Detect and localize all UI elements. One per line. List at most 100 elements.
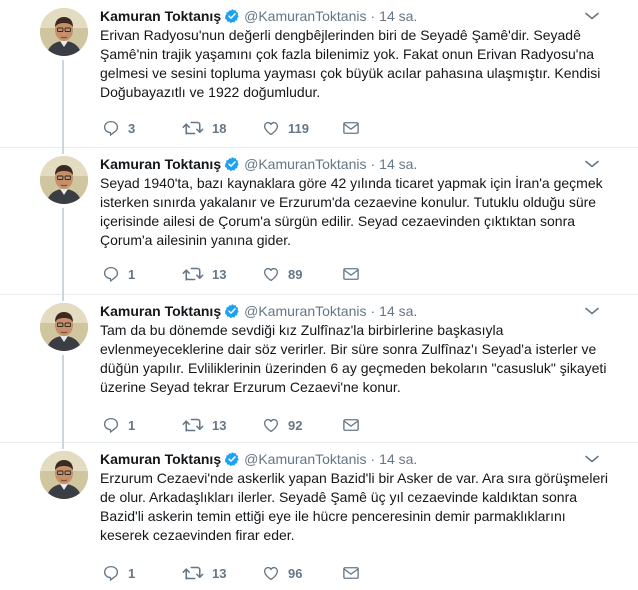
retweet-icon <box>182 564 204 582</box>
tweet-text: Erzurum Cezaevi'nde askerlik yapan Bazid… <box>100 469 609 545</box>
separator-dot: · <box>370 303 376 319</box>
reply-button[interactable]: 1 <box>102 265 182 283</box>
retweet-count: 13 <box>212 565 227 581</box>
like-button[interactable]: 96 <box>262 564 342 582</box>
timestamp[interactable]: 14 sa. <box>379 156 417 172</box>
like-button[interactable]: 119 <box>262 119 342 137</box>
like-count: 119 <box>288 120 309 136</box>
reply-button[interactable]: 1 <box>102 564 182 582</box>
avatar[interactable] <box>40 8 88 56</box>
tweet[interactable]: Kamuran Toktanış @KamuranToktanis · 14 sa. E… <box>0 0 638 148</box>
direct-message-button[interactable] <box>342 120 362 136</box>
thread-connector-line <box>62 295 64 301</box>
tweet-actions: 1 13 92 <box>102 415 362 435</box>
like-button[interactable]: 92 <box>262 416 342 434</box>
username[interactable]: @KamuranToktanis <box>244 156 366 172</box>
retweet-button[interactable]: 13 <box>182 564 262 582</box>
reply-button[interactable]: 3 <box>102 119 182 137</box>
tweet-text: Erivan Radyosu'nun değerli dengbêjlerind… <box>100 26 605 102</box>
avatar[interactable] <box>40 156 88 204</box>
display-name[interactable]: Kamuran Toktanış <box>100 303 221 319</box>
reply-count: 1 <box>128 266 136 282</box>
tweet-header: Kamuran Toktanış @KamuranToktanis · 14 sa. <box>100 155 417 173</box>
timestamp[interactable]: 14 sa. <box>379 8 417 24</box>
heart-icon <box>262 265 280 283</box>
verified-badge-icon <box>224 8 240 24</box>
reply-icon <box>102 416 120 434</box>
tweet-text-line: evlenmeyeceklerine dair söz verirler. Bi… <box>100 341 597 357</box>
separator-dot: · <box>370 8 376 24</box>
chevron-down-icon[interactable] <box>584 304 600 316</box>
tweet-text-line: içerisinde ailesi de Çorum'a sürgün edil… <box>100 213 576 229</box>
retweet-icon <box>182 416 204 434</box>
separator-dot: · <box>370 156 376 172</box>
tweet-header: Kamuran Toktanış @KamuranToktanis · 14 sa. <box>100 7 417 25</box>
heart-icon <box>262 416 280 434</box>
verified-badge-icon <box>224 156 240 172</box>
reply-button[interactable]: 1 <box>102 416 182 434</box>
retweet-icon <box>182 265 204 283</box>
mail-icon <box>342 266 360 282</box>
tweet-text-line: Erzurum Cezaevi'nde askerlik yapan Bazid… <box>100 470 609 486</box>
thread-connector-line <box>62 148 64 154</box>
timestamp[interactable]: 14 sa. <box>379 451 417 467</box>
display-name[interactable]: Kamuran Toktanış <box>100 8 221 24</box>
heart-icon <box>262 119 280 137</box>
tweet-text-line: Şamê'nin trajik yaşamını çok fazla bilen… <box>100 46 595 62</box>
avatar[interactable] <box>40 451 88 499</box>
avatar[interactable] <box>40 303 88 351</box>
tweet-thread: Kamuran Toktanış @KamuranToktanis · 14 sa. E… <box>0 0 638 590</box>
tweet-header: Kamuran Toktanış @KamuranToktanis · 14 sa. <box>100 302 417 320</box>
display-name[interactable]: Kamuran Toktanış <box>100 451 221 467</box>
tweet-text-line: Erivan Radyosu'nun değerli dengbêjlerind… <box>100 27 581 43</box>
tweet[interactable]: Kamuran Toktanış @KamuranToktanis · 14 sa. T… <box>0 295 638 443</box>
verified-badge-icon <box>224 451 240 467</box>
tweet-text: Seyad 1940'ta, bazı kaynaklara göre 42 y… <box>100 174 605 250</box>
tweet[interactable]: Kamuran Toktanış @KamuranToktanis · 14 sa. E… <box>0 443 638 590</box>
like-count: 89 <box>288 266 303 282</box>
display-name[interactable]: Kamuran Toktanış <box>100 156 221 172</box>
verified-badge-icon <box>224 303 240 319</box>
reply-count: 1 <box>128 565 136 581</box>
thread-connector-line <box>62 60 64 148</box>
thread-connector-line <box>62 443 64 449</box>
like-count: 96 <box>288 565 303 581</box>
tweet-text-line: Seyad 1940'ta, bazı kaynaklara göre 42 y… <box>100 175 603 191</box>
reply-count: 3 <box>128 120 136 136</box>
tweet-actions: 1 13 89 <box>102 264 362 284</box>
like-count: 92 <box>288 417 303 433</box>
chevron-down-icon[interactable] <box>584 9 600 21</box>
like-button[interactable]: 89 <box>262 265 342 283</box>
tweet-header: Kamuran Toktanış @KamuranToktanis · 14 sa. <box>100 450 417 468</box>
mail-icon <box>342 120 360 136</box>
tweet-text-line: de olur. Arkadaşlıkları ilerler. Seyadê … <box>100 489 578 505</box>
tweet-text-line: üzerine Seyad tekrar Erzurum Cezaevi'ne … <box>100 379 401 395</box>
tweet-text-line: Doğubayazıtlı ve 1922 doğumludur. <box>100 84 321 100</box>
tweet-text-line: Bazid'li askerin temin ettiği eye ile hü… <box>100 508 566 524</box>
heart-icon <box>262 564 280 582</box>
tweet-text-line: isterken sınırda yakalanır ve Erzurum'da… <box>100 194 597 210</box>
chevron-down-icon[interactable] <box>584 157 600 169</box>
username[interactable]: @KamuranToktanis <box>244 451 366 467</box>
tweet-actions: 1 13 96 <box>102 563 362 583</box>
retweet-count: 13 <box>212 266 227 282</box>
timestamp[interactable]: 14 sa. <box>379 303 417 319</box>
tweet[interactable]: Kamuran Toktanış @KamuranToktanis · 14 sa. S… <box>0 148 638 295</box>
retweet-button[interactable]: 13 <box>182 416 262 434</box>
username[interactable]: @KamuranToktanis <box>244 8 366 24</box>
retweet-button[interactable]: 13 <box>182 265 262 283</box>
username[interactable]: @KamuranToktanis <box>244 303 366 319</box>
tweet-actions: 3 18 119 <box>102 118 362 138</box>
tweet-text-line: düğün yapılır. Evliliklerinin üzerinden … <box>100 360 607 376</box>
tweet-text-line: Tam da bu dönemde sevdiği kız Zulfînaz'l… <box>100 322 504 338</box>
tweet-text-line: keserek cezaevinden firar eder. <box>100 527 295 543</box>
direct-message-button[interactable] <box>342 417 362 433</box>
reply-icon <box>102 265 120 283</box>
thread-connector-line <box>62 208 64 295</box>
retweet-button[interactable]: 18 <box>182 119 262 137</box>
chevron-down-icon[interactable] <box>584 452 600 464</box>
reply-icon <box>102 119 120 137</box>
tweet-text-line: gelmesi ve sesini topluma yayması çok bü… <box>100 65 601 81</box>
direct-message-button[interactable] <box>342 266 362 282</box>
direct-message-button[interactable] <box>342 565 362 581</box>
